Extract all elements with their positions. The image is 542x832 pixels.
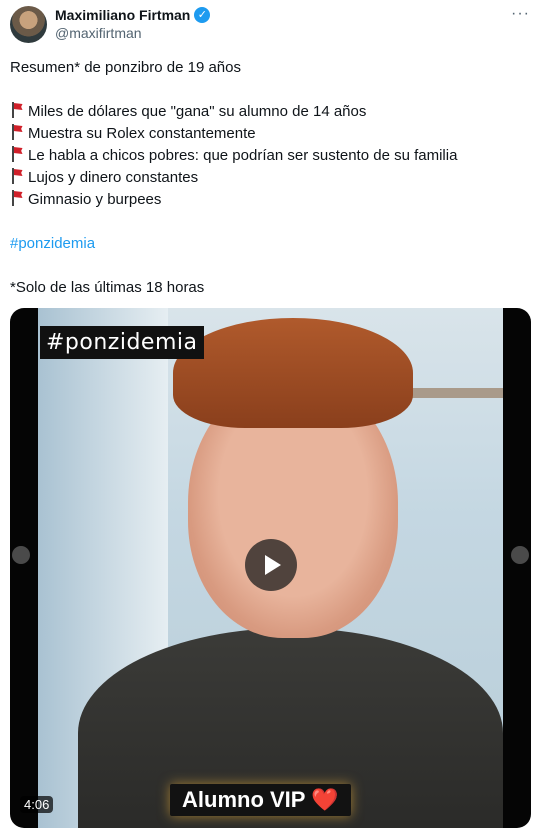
play-button[interactable] — [245, 539, 297, 591]
tweet-footnote: *Solo de las últimas 18 horas — [10, 279, 205, 296]
verified-badge-icon: ✓ — [194, 7, 211, 23]
tweet-intro: Resumen* de ponzibro de 19 años — [10, 59, 241, 76]
list-item: Muestra su Rolex constantemente — [10, 123, 530, 145]
list-item: Le habla a chicos pobres: que podrían se… — [10, 145, 530, 167]
list-item: Lujos y dinero constantes — [10, 167, 530, 189]
author-name[interactable]: Maximiliano Firtman — [55, 7, 190, 23]
red-flag-icon — [10, 102, 24, 118]
carousel-next-icon[interactable] — [511, 546, 529, 564]
carousel-prev-icon[interactable] — [12, 546, 30, 564]
red-flag-icon — [10, 168, 24, 184]
list-item: Gimnasio y burpees — [10, 189, 530, 211]
author-avatar[interactable] — [10, 6, 47, 43]
play-icon — [265, 555, 281, 575]
red-flag-icon — [10, 146, 24, 162]
red-flag-icon — [10, 124, 24, 140]
hashtag-link[interactable]: #ponzidemia — [10, 233, 530, 255]
list-item: Miles de dólares que "gana" su alumno de… — [10, 101, 530, 123]
red-flag-icon — [10, 190, 24, 206]
tweet-text: Resumen* de ponzibro de 19 años Miles de… — [10, 57, 530, 299]
video-duration: 4:06 — [20, 796, 54, 813]
video-overlay-hashtag: #ponzidemia — [40, 326, 204, 359]
author-handle[interactable]: @maxifirtman — [55, 25, 142, 41]
video-player[interactable]: #ponzidemia 4:06 Alumno VIP ❤️ — [10, 308, 531, 828]
video-caption: Alumno VIP ❤️ — [170, 784, 351, 816]
heart-icon: ❤️ — [311, 787, 339, 812]
more-options-icon[interactable]: ··· — [511, 5, 530, 23]
